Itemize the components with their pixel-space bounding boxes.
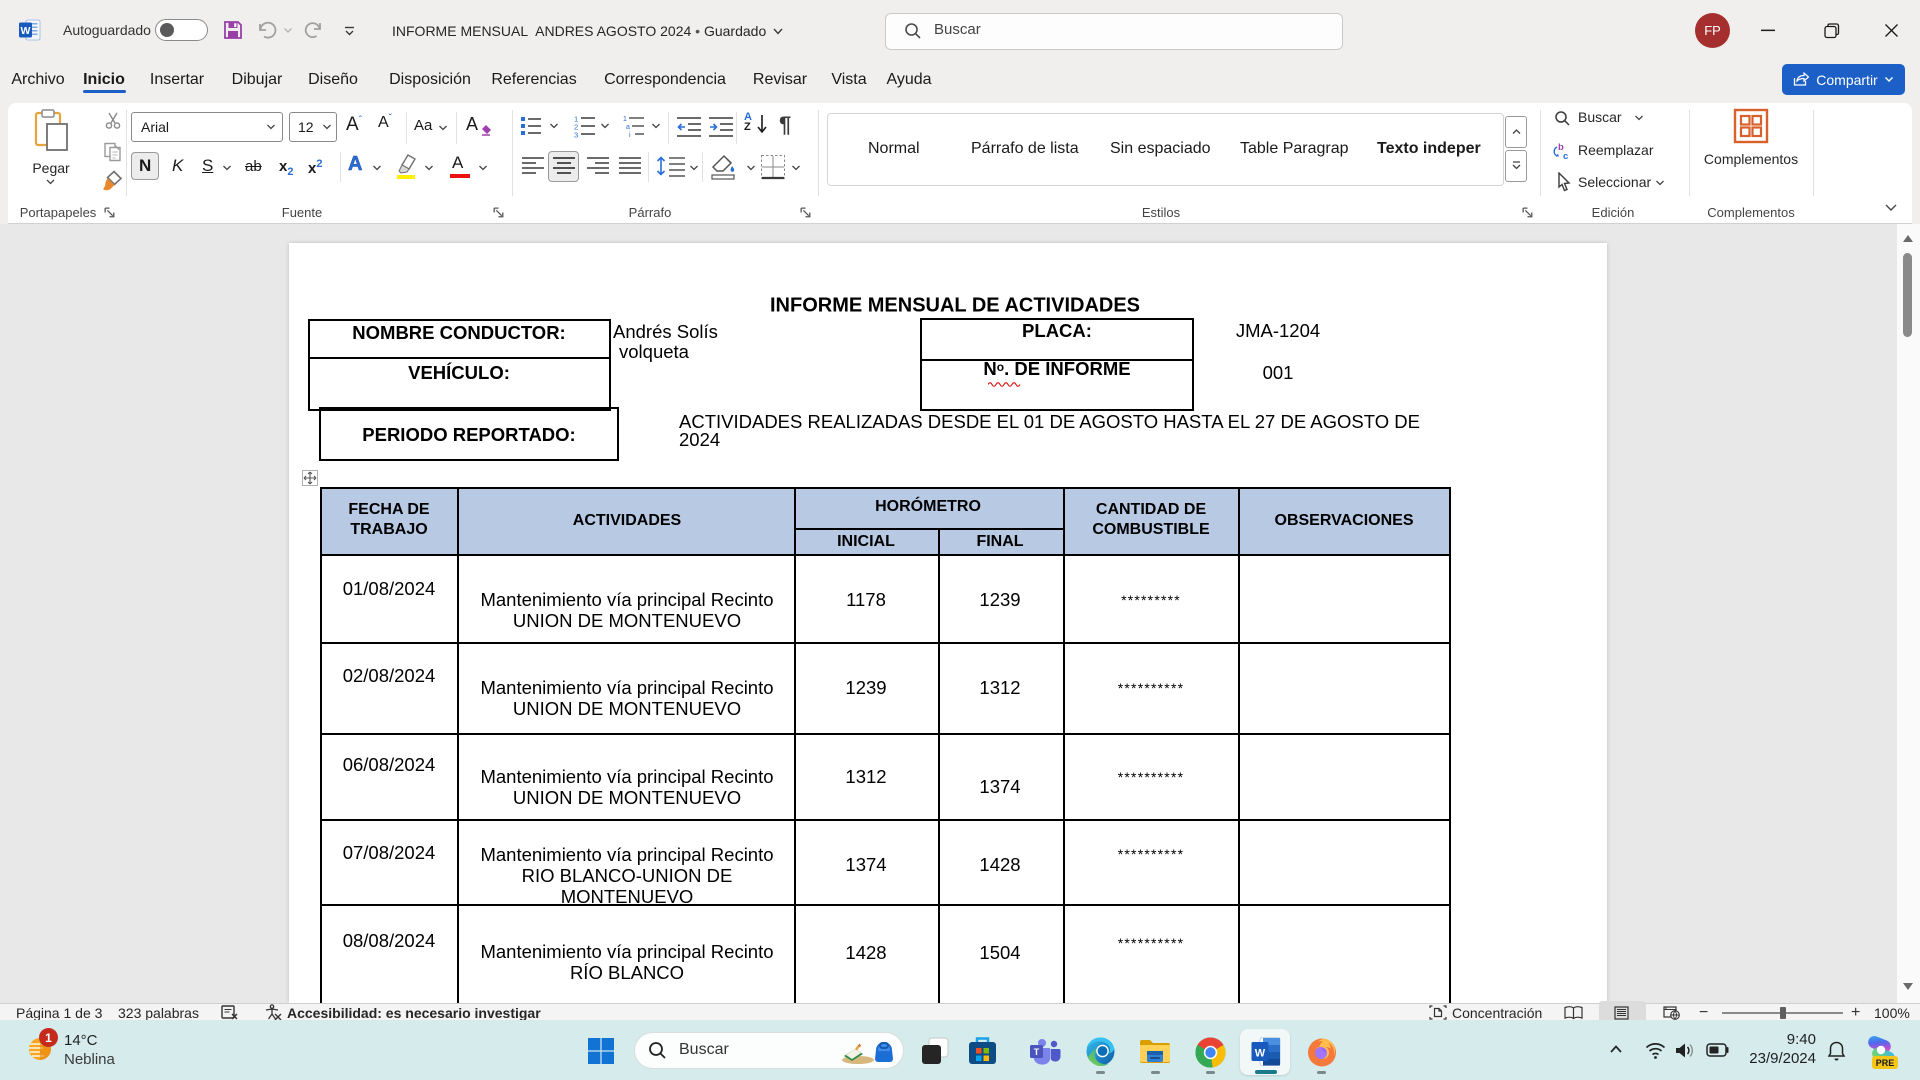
- svg-text:3: 3: [574, 131, 578, 139]
- svg-text:W: W: [1255, 1048, 1266, 1060]
- svg-text:a: a: [626, 124, 630, 131]
- svg-text:1: 1: [623, 116, 627, 123]
- svg-text:W: W: [21, 25, 31, 37]
- svg-text:T: T: [1034, 1047, 1040, 1057]
- svg-text:i: i: [629, 132, 631, 138]
- svg-text:c: c: [1563, 151, 1568, 161]
